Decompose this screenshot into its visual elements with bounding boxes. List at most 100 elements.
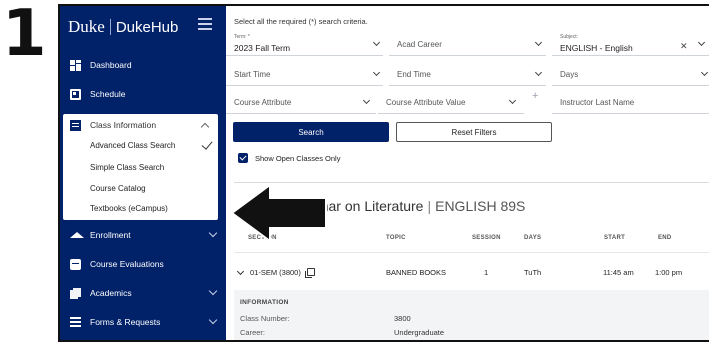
chevron-down-icon [372, 68, 381, 77]
acad-career-placeholder: Acad Career [397, 40, 442, 49]
table-row-divider [234, 252, 709, 253]
sidebar-item-label: Forms & Requests [90, 317, 161, 327]
section-text: 01-SEM (3800) [250, 268, 301, 277]
chevron-down-icon [208, 228, 218, 238]
chevron-down-icon [362, 96, 371, 105]
search-button[interactable]: Search [233, 122, 389, 142]
column-header-topic: TOPIC [386, 235, 406, 241]
check-icon [201, 138, 213, 150]
evaluation-icon [70, 258, 81, 270]
column-header-start: START [604, 235, 626, 241]
brand-divider [109, 19, 111, 35]
term-label: Term: * [234, 34, 250, 40]
course-attribute-value-select[interactable]: Course Attribute Value [378, 90, 524, 114]
column-header-days: DAYS [524, 235, 542, 241]
course-attribute-placeholder: Course Attribute [234, 98, 292, 107]
column-header-end: END [658, 235, 672, 241]
chevron-down-icon [534, 38, 543, 47]
calendar-icon [70, 88, 81, 100]
acad-career-select[interactable]: Acad Career [389, 32, 546, 56]
cell-topic: BANNED BOOKS [386, 268, 447, 277]
chevron-down-icon [208, 315, 218, 325]
chevron-down-icon [700, 68, 709, 77]
sidebar-item-label: Dashboard [90, 60, 132, 70]
career-label: Career: [240, 328, 266, 337]
sidebar-item-forms-requests[interactable]: Forms & Requests [60, 308, 226, 336]
subject-select[interactable]: Subject: ENGLISH - English ✕ [552, 32, 709, 56]
submenu-textbooks[interactable]: Textbooks (eCampus) [90, 204, 168, 213]
sidebar-item-label: Class Information [90, 120, 157, 130]
step-number: 1 [2, 0, 47, 71]
main-content: Select all the required (*) search crite… [226, 6, 709, 340]
chevron-down-icon [372, 38, 381, 47]
end-time-placeholder: End Time [397, 70, 431, 79]
reset-filters-button[interactable]: Reset Filters [396, 122, 552, 142]
clear-icon[interactable]: ✕ [680, 42, 688, 51]
class-number-label: Class Number: [240, 314, 290, 323]
class-information-menu: Class Information Advanced Class Search … [63, 114, 218, 220]
submenu-course-catalog[interactable]: Course Catalog [90, 184, 146, 193]
show-open-classes-toggle[interactable]: Show Open Classes Only [238, 153, 340, 163]
title-separator: | [427, 198, 432, 214]
brand-dukehub: DukeHub [115, 18, 179, 36]
submenu-simple-class-search[interactable]: Simple Class Search [90, 163, 164, 172]
chevron-down-icon[interactable] [236, 267, 245, 276]
sidebar-item-label: Schedule [90, 89, 126, 99]
instructor-last-name-field[interactable]: Instructor Last Name [552, 90, 709, 114]
cell-section: 01-SEM (3800) [250, 268, 315, 278]
show-open-label: Show Open Classes Only [255, 153, 341, 163]
add-attribute-icon[interactable]: + [532, 90, 538, 102]
start-time-placeholder: Start Time [234, 70, 271, 79]
academics-icon [70, 287, 81, 299]
days-select[interactable]: Days [552, 62, 709, 86]
chevron-down-icon [534, 68, 543, 77]
sidebar: Duke DukeHub Dashboard Schedule Class In… [60, 6, 226, 340]
graduation-cap-icon [70, 232, 84, 238]
copy-icon[interactable] [304, 268, 315, 278]
sidebar-item-dashboard[interactable]: Dashboard [60, 51, 226, 79]
subject-label: Subject: [560, 34, 579, 40]
chevron-up-icon [200, 122, 210, 132]
sidebar-item-academics[interactable]: Academics [60, 279, 226, 307]
chevron-down-icon [508, 96, 517, 105]
chevron-down-icon [697, 38, 706, 47]
checkbox-checked-icon[interactable] [238, 153, 248, 163]
sidebar-item-label: Academics [90, 288, 132, 298]
term-select[interactable]: Term: * 2023 Fall Term [226, 32, 383, 56]
brand-duke: Duke [68, 17, 105, 36]
instructor-placeholder: Instructor Last Name [560, 98, 635, 107]
course-code: ENGLISH 89S [435, 198, 526, 214]
sidebar-item-schedule[interactable]: Schedule [60, 80, 226, 108]
column-header-session: SESSION [472, 235, 501, 241]
sidebar-item-label: Course Evaluations [90, 259, 164, 269]
cell-end: 1:00 pm [655, 268, 683, 277]
course-attribute-value-placeholder: Course Attribute Value [386, 98, 466, 107]
pointer-arrow-icon [230, 183, 327, 243]
sidebar-item-enrollment[interactable]: Enrollment [60, 221, 226, 249]
class-number-value: 3800 [394, 314, 411, 323]
days-placeholder: Days [560, 70, 579, 79]
subject-value: ENGLISH - English [560, 43, 633, 53]
chevron-down-icon [208, 286, 218, 296]
info-heading: INFORMATION [240, 299, 289, 306]
section-info-panel: INFORMATION Class Number: 3800 Career: U… [234, 290, 709, 340]
start-time-select[interactable]: Start Time [226, 62, 383, 86]
course-attribute-select[interactable]: Course Attribute [226, 90, 376, 114]
career-value: Undergraduate [394, 328, 445, 337]
sidebar-item-label: Enrollment [90, 230, 131, 240]
cell-days: TuTh [524, 268, 542, 277]
hamburger-menu-icon[interactable] [198, 18, 212, 30]
brand-logo[interactable]: Duke DukeHub [68, 16, 178, 38]
criteria-note: Select all the required (*) search crite… [234, 17, 368, 26]
end-time-select[interactable]: End Time [389, 62, 546, 86]
cell-session: 1 [484, 268, 489, 277]
sidebar-item-course-evaluations[interactable]: Course Evaluations [60, 250, 226, 278]
dashboard-icon [70, 59, 81, 71]
cell-start: 11:45 am [603, 268, 634, 277]
forms-icon [70, 316, 81, 328]
app-window: Duke DukeHub Dashboard Schedule Class In… [58, 4, 709, 342]
class-information-icon [70, 119, 81, 131]
submenu-advanced-class-search[interactable]: Advanced Class Search [90, 141, 175, 150]
term-value: 2023 Fall Term [234, 43, 291, 53]
sidebar-item-class-information[interactable]: Class Information [63, 114, 218, 136]
